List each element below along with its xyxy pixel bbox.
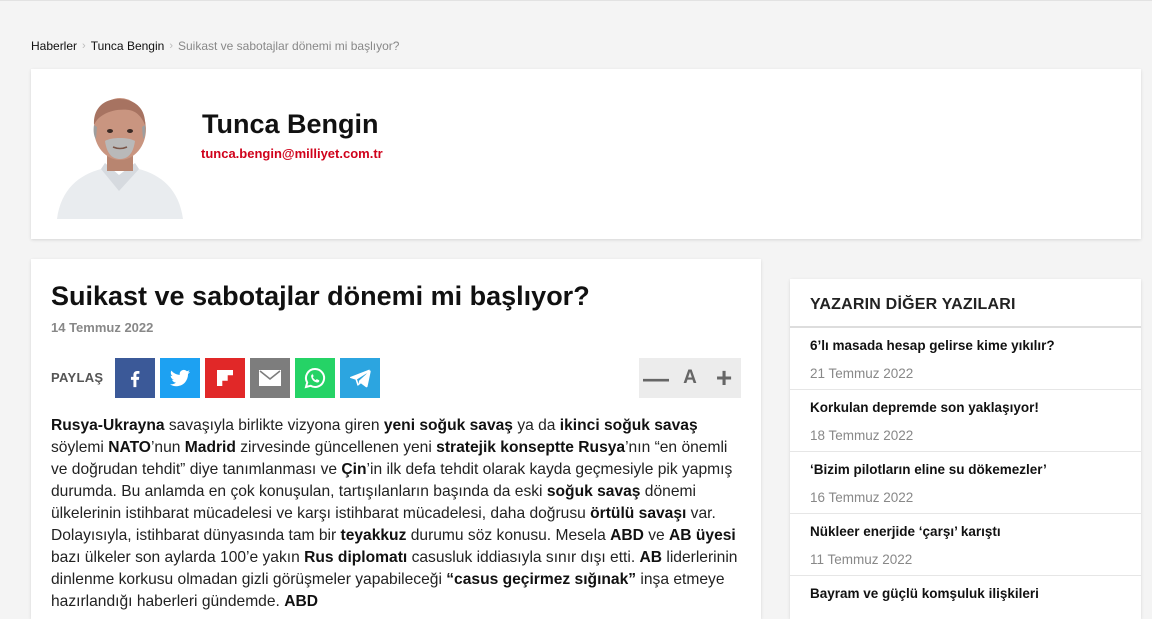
- whatsapp-icon: [304, 367, 326, 389]
- article-body-text: ’nun: [150, 439, 185, 456]
- share-buttons: [115, 358, 380, 398]
- article-card: Suikast ve sabotajlar dönemi mi başlıyor…: [31, 259, 761, 619]
- breadcrumb-item-current: Suikast ve sabotajlar dönemi mi başlıyor…: [177, 39, 400, 53]
- post-title[interactable]: Nükleer enerjide ‘çarşı’ karıştı: [810, 524, 1121, 539]
- chevron-right-icon: ›: [82, 40, 86, 52]
- article-body: Rusya-Ukrayna savaşıyla birlikte vizyona…: [51, 415, 741, 613]
- post-date: 11 Temmuz 2022: [810, 552, 913, 567]
- breadcrumb-item-haberler[interactable]: Haberler: [31, 39, 77, 53]
- article-body-bold: ABD: [284, 593, 318, 610]
- post-title[interactable]: Bayram ve güçlü komşuluk ilişkileri: [810, 586, 1121, 601]
- telegram-icon: [349, 369, 371, 388]
- article-body-text: zirvesinde güncellenen yeni: [235, 439, 437, 456]
- article-body-bold: AB: [639, 549, 663, 566]
- article-title: Suikast ve sabotajlar dönemi mi başlıyor…: [51, 281, 590, 311]
- facebook-icon: [130, 370, 140, 388]
- author-avatar: [55, 89, 183, 219]
- flipboard-share-button[interactable]: [205, 358, 245, 398]
- post-item[interactable]: 6’lı masada hesap gelirse kime yıkılır? …: [790, 328, 1141, 390]
- email-icon: [259, 370, 281, 386]
- sidebar-title: YAZARIN DİĞER YAZILARI: [810, 296, 1016, 313]
- post-date: 18 Temmuz 2022: [810, 428, 914, 443]
- post-title[interactable]: Korkulan depremde son yaklaşıyor!: [810, 400, 1121, 415]
- post-title[interactable]: ‘Bizim pilotların eline su dökemezler’: [810, 462, 1121, 477]
- author-name[interactable]: Tunca Bengin: [202, 109, 379, 140]
- article-body-bold: NATO: [108, 439, 151, 456]
- chevron-right-icon: ›: [169, 40, 173, 52]
- facebook-share-button[interactable]: [115, 358, 155, 398]
- post-date: 16 Temmuz 2022: [810, 490, 914, 505]
- author-card: Tunca Bengin tunca.bengin@milliyet.com.t…: [31, 69, 1141, 239]
- twitter-share-button[interactable]: [160, 358, 200, 398]
- font-size-label: A: [683, 367, 697, 388]
- article-body-bold: Çin: [341, 461, 367, 478]
- article-body-text: savaşıyla birlikte vizyona giren: [164, 417, 384, 434]
- article-body-bold: Madrid: [184, 439, 236, 456]
- article-body-text: ve: [643, 527, 670, 544]
- article-body-bold: AB üyesi: [669, 527, 736, 544]
- post-title[interactable]: 6’lı masada hesap gelirse kime yıkılır?: [810, 338, 1121, 353]
- email-share-button[interactable]: [250, 358, 290, 398]
- font-increase-button[interactable]: +: [707, 358, 741, 398]
- post-list: 6’lı masada hesap gelirse kime yıkılır? …: [790, 328, 1141, 619]
- other-posts-sidebar: YAZARIN DİĞER YAZILARI 6’lı masada hesap…: [790, 279, 1141, 619]
- post-item[interactable]: Korkulan depremde son yaklaşıyor! 18 Tem…: [790, 390, 1141, 452]
- article-body-bold: “casus geçirmez sığınak”: [446, 571, 637, 588]
- font-size-controls: — A +: [639, 358, 741, 398]
- article-body-bold: ABD: [610, 527, 644, 544]
- article-body-text: casusluk iddiasıyla sınır dışı etti.: [407, 549, 640, 566]
- twitter-icon: [170, 369, 190, 387]
- article-body-bold: soğuk savaş: [546, 483, 641, 500]
- author-email-link[interactable]: tunca.bengin@milliyet.com.tr: [201, 146, 383, 161]
- breadcrumb: Haberler › Tunca Bengin › Suikast ve sab…: [31, 39, 399, 53]
- post-item[interactable]: ‘Bizim pilotların eline su dökemezler’ 1…: [790, 452, 1141, 514]
- post-item[interactable]: Bayram ve güçlü komşuluk ilişkileri: [790, 576, 1141, 619]
- breadcrumb-item-author[interactable]: Tunca Bengin: [91, 39, 165, 53]
- font-decrease-button[interactable]: —: [639, 358, 673, 398]
- article-body-bold: stratejik konseptte Rusya: [436, 439, 626, 456]
- top-divider: [0, 0, 1152, 1]
- share-label: PAYLAŞ: [51, 370, 104, 385]
- article-body-bold: ikinci soğuk savaş: [559, 417, 698, 434]
- flipboard-icon: [217, 370, 233, 386]
- article-body-bold: Rusya-Ukrayna: [51, 417, 165, 434]
- article-body-bold: Rus diplomatı: [304, 549, 408, 566]
- article-date: 14 Temmuz 2022: [51, 320, 154, 335]
- telegram-share-button[interactable]: [340, 358, 380, 398]
- article-body-bold: yeni soğuk savaş: [383, 417, 513, 434]
- article-body-text: ya da: [512, 417, 560, 434]
- article-body-text: durumu söz konusu. Mesela: [406, 527, 611, 544]
- article-body-text: söylemi: [51, 439, 109, 456]
- post-date: 21 Temmuz 2022: [810, 366, 914, 381]
- post-item[interactable]: Nükleer enerjide ‘çarşı’ karıştı 11 Temm…: [790, 514, 1141, 576]
- article-body-bold: örtülü savaşı: [590, 505, 687, 522]
- article-body-text: bazı ülkeler son aylarda 100’e yakın: [51, 549, 305, 566]
- whatsapp-share-button[interactable]: [295, 358, 335, 398]
- article-body-bold: teyakkuz: [340, 527, 407, 544]
